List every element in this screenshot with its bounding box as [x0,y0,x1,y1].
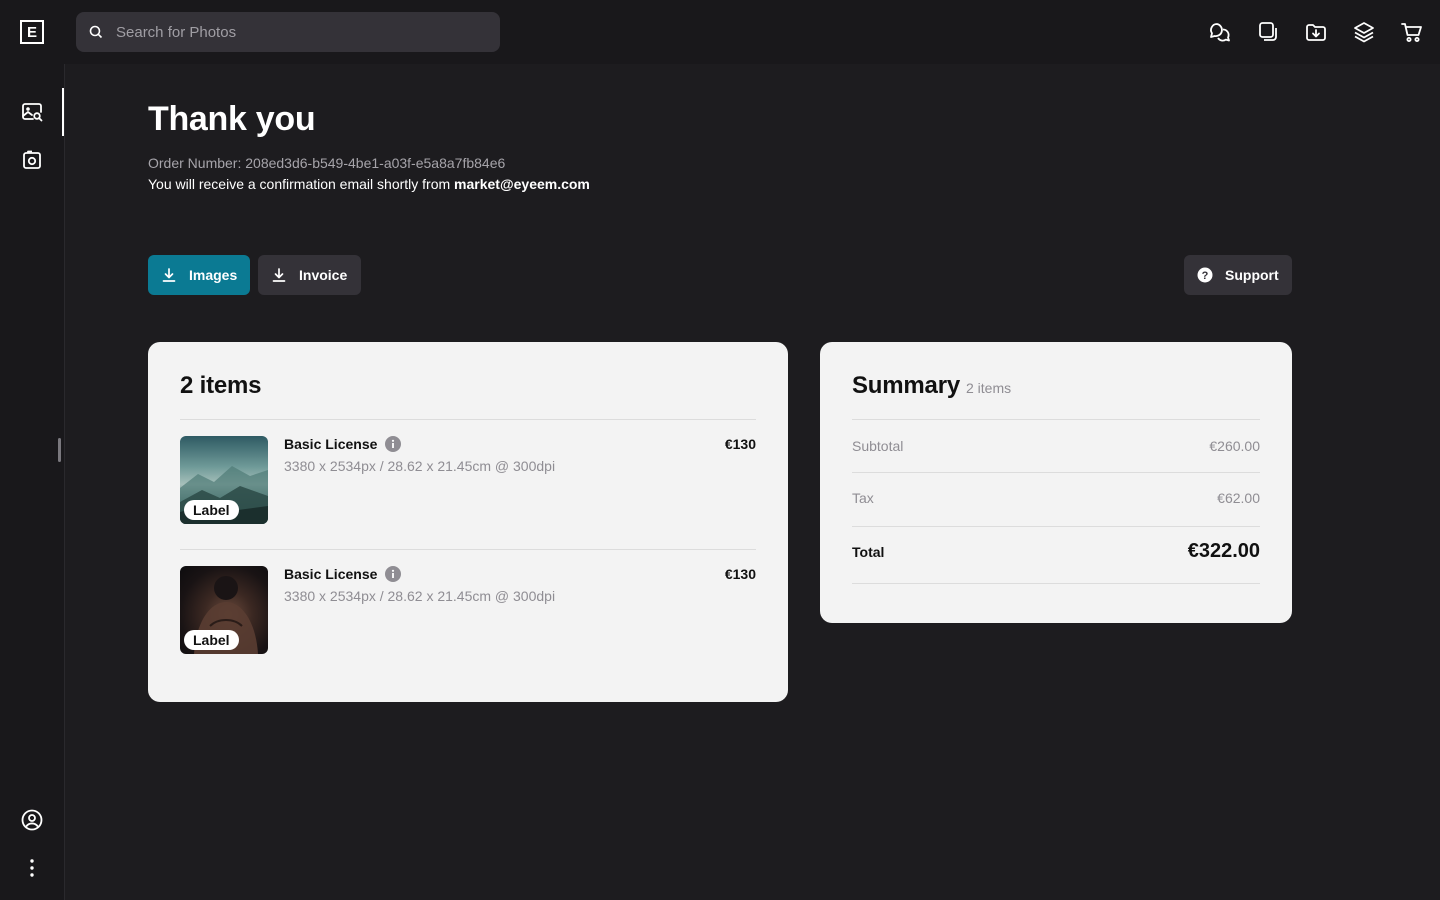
order-item: Label Basic License 3380 x 2534px / 28.6… [180,566,756,654]
info-icon[interactable] [385,436,402,452]
item-license-label: Basic License [284,436,378,452]
total-value: €322.00 [1187,540,1260,562]
camera-icon [23,150,41,169]
subtotal-label: Subtotal [852,438,904,454]
confirmation-text: You will receive a confirmation email sh… [148,176,590,192]
subtotal-row: Subtotal €260.00 [852,438,1260,454]
search-input[interactable] [116,23,476,41]
item-license: Basic License [284,436,402,452]
help-icon: ? [1197,267,1213,283]
summary-title: Summary 2 items [852,372,1011,400]
sidebar-item-camera[interactable] [0,136,64,184]
download-invoice-button[interactable]: Invoice [258,255,361,295]
divider [852,526,1260,527]
svg-text:?: ? [1202,270,1209,282]
image-search-icon [22,103,43,122]
item-dimensions: 3380 x 2534px / 28.62 x 21.45cm @ 300dpi [284,588,556,604]
confirmation-message: You will receive a confirmation email sh… [148,176,455,192]
tax-label: Tax [852,490,874,506]
items-card-title: 2 items [180,372,262,399]
divider [180,419,756,420]
chat-bubbles-icon[interactable] [1208,16,1232,48]
search-icon [89,25,103,39]
user-circle-icon [21,809,43,831]
total-label: Total [852,543,885,560]
layers-icon[interactable] [1352,16,1376,48]
item-tag: Label [184,500,239,520]
item-thumbnail[interactable]: Label [180,436,268,524]
divider [852,419,1260,420]
download-images-label: Images [189,267,238,283]
item-tag: Label [184,630,239,650]
top-bar: E [0,0,1440,64]
order-item: Label Basic License 3380 x 2534px / 28.6… [180,436,756,524]
order-number: Order Number: 208ed3d6-b549-4be1-a03f-e5… [148,155,506,171]
order-items-card: 2 items Label Basic License 3380 x 2534p… [148,342,788,702]
download-folder-icon[interactable] [1304,16,1328,48]
summary-title-text: Summary [852,372,960,399]
download-images-button[interactable]: Images [148,255,250,295]
item-thumbnail[interactable]: Label [180,566,268,654]
search-box[interactable] [76,12,500,52]
order-summary-card: Summary 2 items Subtotal €260.00 Tax €62.… [820,342,1292,623]
download-icon [162,268,176,282]
info-icon[interactable] [385,566,402,582]
cart-icon[interactable] [1400,16,1424,48]
top-icon-bar [1208,16,1424,48]
sidebar-item-image-search[interactable] [0,88,64,136]
sidebar-item-more[interactable] [0,844,64,892]
page-title: Thank you [148,100,316,138]
more-vertical-icon [30,859,34,877]
divider [852,472,1260,473]
copy-icon[interactable] [1256,16,1280,48]
sidebar-item-account[interactable] [0,796,64,844]
divider [180,549,756,550]
subtotal-value: €260.00 [1209,438,1260,454]
support-label: Support [1225,267,1279,283]
eyeem-logo[interactable]: E [20,20,44,44]
sidebar [0,64,65,900]
tax-value: €62.00 [1217,490,1260,506]
item-dimensions: 3380 x 2534px / 28.62 x 21.45cm @ 300dpi [284,458,556,474]
item-license-label: Basic License [284,566,378,582]
item-price: €130 [724,566,756,582]
summary-item-count: 2 items [965,380,1012,396]
download-invoice-label: Invoice [299,267,348,283]
confirmation-email[interactable]: market@eyeem.com [454,176,590,192]
item-license: Basic License [284,566,402,582]
support-button[interactable]: ? Support [1184,255,1292,295]
sidebar-resize-handle[interactable] [58,438,61,462]
divider [852,583,1260,584]
download-icon [272,268,286,282]
item-price: €130 [724,436,756,452]
tax-row: Tax €62.00 [852,490,1260,506]
total-row: Total €322.00 [852,540,1260,563]
